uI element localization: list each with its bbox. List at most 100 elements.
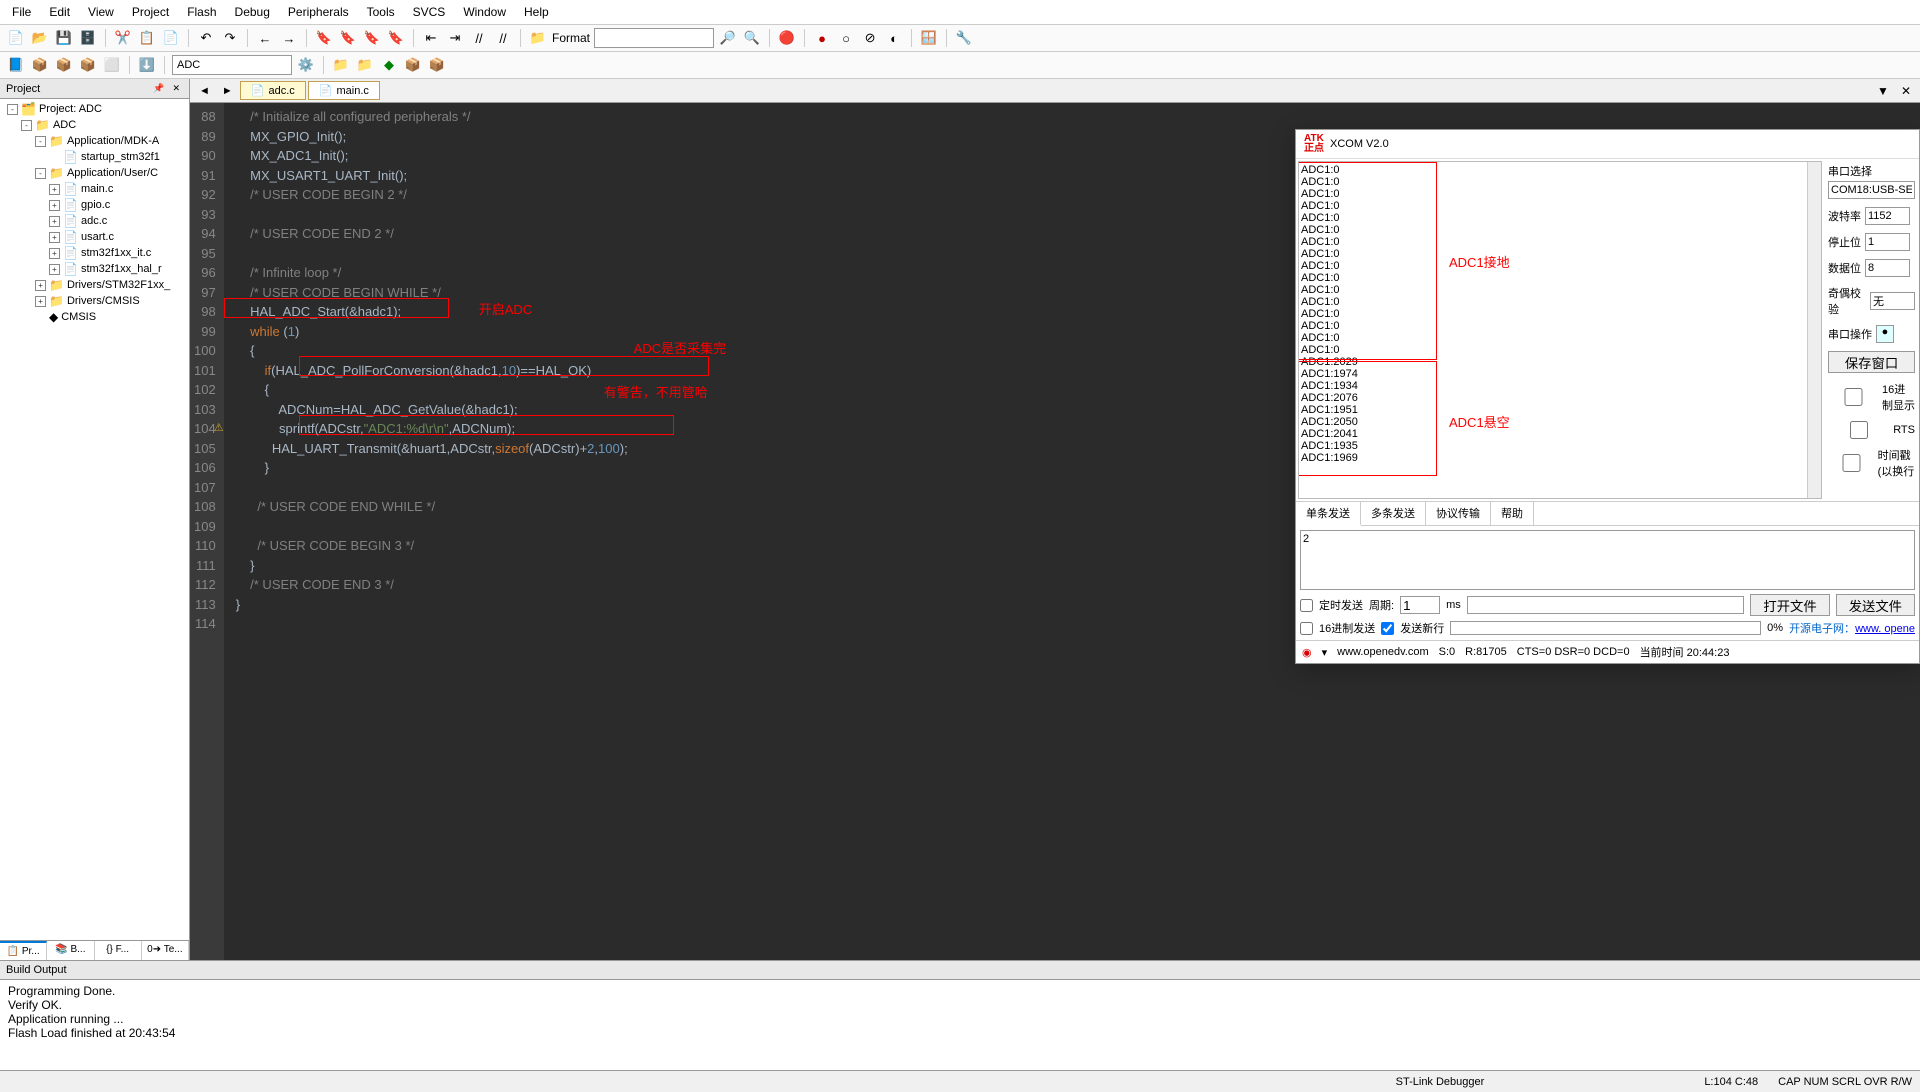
- find-combo[interactable]: [594, 28, 714, 48]
- configure-icon[interactable]: 🔧: [954, 28, 974, 48]
- tree-item[interactable]: -📁Application/User/C: [0, 165, 189, 181]
- download-icon[interactable]: ⬇️: [137, 55, 157, 75]
- rebuild-icon[interactable]: 📦: [54, 55, 74, 75]
- window-icon[interactable]: 🪟: [919, 28, 939, 48]
- multi-project-icon[interactable]: 📁: [355, 55, 375, 75]
- tree-item[interactable]: 📄startup_stm32f1: [0, 149, 189, 165]
- open-file-button[interactable]: 打开文件: [1750, 594, 1829, 616]
- menu-peripherals[interactable]: Peripherals: [280, 2, 357, 22]
- tree-item[interactable]: +📁Drivers/STM32F1xx_: [0, 277, 189, 293]
- tree-item[interactable]: +📄stm32f1xx_hal_r: [0, 261, 189, 277]
- paste-icon[interactable]: 📄: [161, 28, 181, 48]
- manage-rte-icon[interactable]: ◆: [379, 55, 399, 75]
- file-tab-main[interactable]: 📄main.c: [308, 81, 380, 100]
- nav-back-icon[interactable]: ←: [255, 28, 275, 48]
- breakpoint-kill-icon[interactable]: ⊘: [860, 28, 880, 48]
- bookmark-prev-icon[interactable]: 🔖: [338, 28, 358, 48]
- tree-item[interactable]: +📄usart.c: [0, 229, 189, 245]
- build-output-body[interactable]: Programming Done.Verify OK.Application r…: [0, 980, 1920, 1070]
- data-input[interactable]: [1865, 259, 1910, 277]
- open-icon[interactable]: 📂: [30, 28, 50, 48]
- build-icon[interactable]: 📦: [30, 55, 50, 75]
- hex-send-check[interactable]: [1300, 622, 1313, 635]
- bookmark-icon[interactable]: 🔖: [314, 28, 334, 48]
- panel-tab[interactable]: 📚 B...: [47, 941, 94, 960]
- send-textarea[interactable]: 2: [1300, 530, 1915, 590]
- bookmark-clear-icon[interactable]: 🔖: [386, 28, 406, 48]
- select-packs-icon[interactable]: 📦: [403, 55, 423, 75]
- pin-icon[interactable]: 📌: [150, 82, 167, 95]
- nav-fwd-icon[interactable]: →: [279, 28, 299, 48]
- hex-display-check[interactable]: [1828, 388, 1879, 406]
- port-open-button[interactable]: ●: [1876, 325, 1894, 343]
- record-icon[interactable]: ◉: [1302, 646, 1312, 659]
- panel-tab[interactable]: 📋 Pr...: [0, 941, 47, 960]
- stop-input[interactable]: [1865, 233, 1910, 251]
- baud-input[interactable]: [1865, 207, 1910, 225]
- period-input[interactable]: [1400, 596, 1440, 614]
- xcom-titlebar[interactable]: ATK正点 XCOM V2.0: [1296, 130, 1919, 159]
- port-select[interactable]: [1828, 181, 1915, 199]
- menu-tools[interactable]: Tools: [359, 2, 403, 22]
- xcom-scrollbar[interactable]: [1807, 162, 1821, 498]
- target-combo[interactable]: [172, 55, 292, 75]
- stop-build-icon[interactable]: ⬜: [102, 55, 122, 75]
- tab-nav-back[interactable]: ◄: [194, 83, 215, 99]
- translate-icon[interactable]: 📘: [6, 55, 26, 75]
- tabs-dropdown[interactable]: ▼: [1872, 82, 1894, 100]
- file-tab-adc[interactable]: 📄adc.c: [240, 81, 306, 100]
- openedv-link[interactable]: www. opene: [1855, 623, 1915, 635]
- tree-item[interactable]: +📄adc.c: [0, 213, 189, 229]
- debug-icon[interactable]: 🔴: [777, 28, 797, 48]
- menu-edit[interactable]: Edit: [41, 2, 78, 22]
- breakpoint-disable-icon[interactable]: ○: [836, 28, 856, 48]
- save-window-button[interactable]: 保存窗口: [1828, 351, 1915, 373]
- timestamp-check[interactable]: [1828, 454, 1875, 472]
- save-all-icon[interactable]: 🗄️: [78, 28, 98, 48]
- menu-svcs[interactable]: SVCS: [405, 2, 454, 22]
- manage-project-icon[interactable]: 📁: [331, 55, 351, 75]
- newline-check[interactable]: [1381, 622, 1394, 635]
- pack-installer-icon[interactable]: 📦: [427, 55, 447, 75]
- bookmark-next-icon[interactable]: 🔖: [362, 28, 382, 48]
- undo-icon[interactable]: ↶: [196, 28, 216, 48]
- tree-item[interactable]: -🗂️Project: ADC: [0, 101, 189, 117]
- panel-tab[interactable]: {} F...: [95, 941, 142, 960]
- copy-icon[interactable]: 📋: [137, 28, 157, 48]
- xcom-tab[interactable]: 帮助: [1491, 502, 1534, 525]
- breakpoint-insert-icon[interactable]: ●: [812, 28, 832, 48]
- uncomment-icon[interactable]: //: [493, 28, 513, 48]
- find-in-files-icon[interactable]: 🔍: [742, 28, 762, 48]
- new-file-icon[interactable]: 📄: [6, 28, 26, 48]
- tree-item[interactable]: +📄gpio.c: [0, 197, 189, 213]
- indent-out-icon[interactable]: ⇤: [421, 28, 441, 48]
- batch-build-icon[interactable]: 📦: [78, 55, 98, 75]
- send-file-button[interactable]: 发送文件: [1836, 594, 1915, 616]
- tree-item[interactable]: +📄main.c: [0, 181, 189, 197]
- project-tree[interactable]: -🗂️Project: ADC-📁ADC-📁Application/MDK-A📄…: [0, 99, 189, 940]
- indent-in-icon[interactable]: ⇥: [445, 28, 465, 48]
- tree-item[interactable]: +📁Drivers/CMSIS: [0, 293, 189, 309]
- target-options-icon[interactable]: ⚙️: [296, 55, 316, 75]
- close-icon[interactable]: ✕: [169, 82, 183, 95]
- menu-file[interactable]: File: [4, 2, 39, 22]
- comment-icon[interactable]: //: [469, 28, 489, 48]
- menu-help[interactable]: Help: [516, 2, 557, 22]
- cut-icon[interactable]: ✂️: [113, 28, 133, 48]
- xcom-tab[interactable]: 单条发送: [1296, 502, 1361, 526]
- tab-nav-fwd[interactable]: ►: [217, 83, 238, 99]
- xcom-output[interactable]: ADC1:0ADC1:0ADC1:0ADC1:0ADC1:0ADC1:0ADC1…: [1298, 161, 1822, 499]
- menu-flash[interactable]: Flash: [179, 2, 224, 22]
- tree-item[interactable]: ◆CMSIS: [0, 309, 189, 325]
- tree-item[interactable]: -📁ADC: [0, 117, 189, 133]
- parity-input[interactable]: [1870, 292, 1915, 310]
- redo-icon[interactable]: ↷: [220, 28, 240, 48]
- save-icon[interactable]: 💾: [54, 28, 74, 48]
- tabs-close[interactable]: ✕: [1896, 82, 1916, 100]
- menu-debug[interactable]: Debug: [227, 2, 278, 22]
- file-path-input[interactable]: [1467, 596, 1745, 614]
- tree-item[interactable]: -📁Application/MDK-A: [0, 133, 189, 149]
- xcom-tab[interactable]: 协议传输: [1426, 502, 1491, 525]
- tree-item[interactable]: +📄stm32f1xx_it.c: [0, 245, 189, 261]
- folder-icon[interactable]: 📁: [528, 28, 548, 48]
